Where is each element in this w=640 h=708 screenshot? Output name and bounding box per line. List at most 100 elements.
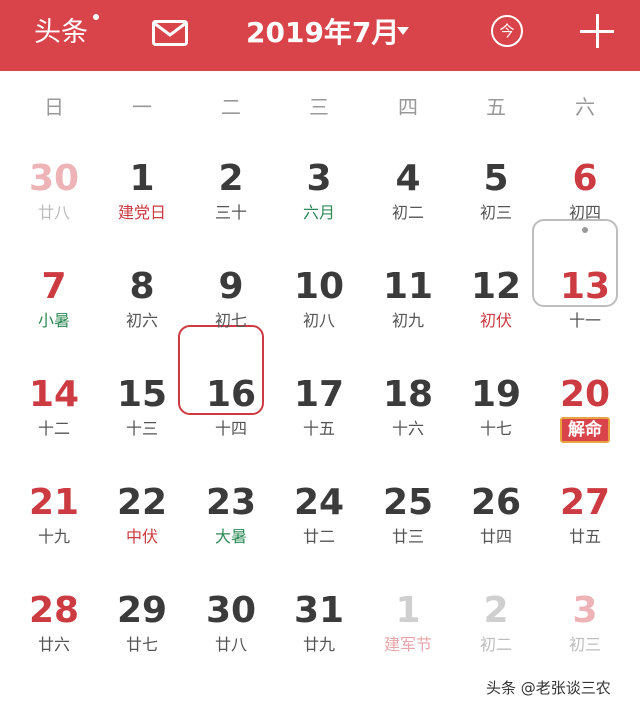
day-number: 23 (205, 482, 257, 523)
weekday-header: 日 一 二 三 四 五 六 (10, 92, 630, 122)
day-number: 21 (28, 482, 80, 523)
day-cell[interactable]: 21 十九 (10, 469, 98, 577)
lunar-label: 廿八 (37, 203, 70, 222)
day-number: 15 (116, 374, 168, 415)
event-dot (582, 227, 588, 233)
day-number: 24 (293, 482, 345, 523)
lunar-label: 小暑 (37, 311, 70, 330)
lunar-label: 中伏 (125, 527, 158, 546)
lunar-label: 六月 (302, 203, 335, 222)
lunar-label: 十九 (37, 527, 70, 546)
day-cell[interactable]: 2 初二 (452, 577, 540, 685)
weekday-label: 一 (132, 95, 152, 119)
lunar-label: 廿二 (302, 527, 335, 546)
day-number: 1 (129, 158, 155, 199)
day-badge: 解命 (541, 417, 629, 443)
day-cell[interactable]: 14 十二 (10, 361, 98, 469)
day-cell[interactable]: 10 初八 (275, 253, 363, 361)
day-number: 27 (559, 482, 611, 523)
day-cell[interactable]: 1 建党日 (98, 145, 186, 253)
day-cell[interactable]: 17 十五 (275, 361, 363, 469)
day-number: 22 (116, 482, 168, 523)
day-cell[interactable]: 13 十一 (541, 253, 629, 361)
lunar-label: 初三 (568, 635, 601, 654)
day-cell[interactable]: 24 廿二 (275, 469, 363, 577)
day-cell[interactable]: 15 十三 (98, 361, 186, 469)
lunar-label: 廿九 (302, 635, 335, 654)
day-number: 29 (116, 590, 168, 631)
day-cell[interactable]: 12 初伏 (452, 253, 540, 361)
weekday-label: 三 (309, 95, 329, 119)
day-cell[interactable]: 16 十四 (187, 361, 275, 469)
day-cell[interactable]: 31 廿九 (275, 577, 363, 685)
top-bar: 头条 2019年7月 今 (0, 0, 640, 71)
day-cell[interactable]: 2 三十 (187, 145, 275, 253)
lunar-label: 初二 (391, 203, 424, 222)
day-cell[interactable]: 3 六月 (275, 145, 363, 253)
day-number: 9 (218, 266, 244, 307)
day-number: 16 (205, 374, 257, 415)
day-cell[interactable]: 29 廿七 (98, 577, 186, 685)
day-number: 2 (218, 158, 244, 199)
today-icon[interactable]: 今 (491, 15, 523, 47)
day-cell[interactable]: 4 初二 (364, 145, 452, 253)
day-cell[interactable]: 20 解命 (541, 361, 629, 469)
day-number: 18 (382, 374, 434, 415)
day-number: 26 (470, 482, 522, 523)
lunar-label: 初三 (479, 203, 512, 222)
lunar-label: 初八 (302, 311, 335, 330)
day-cell[interactable]: 19 十七 (452, 361, 540, 469)
lunar-label: 十四 (214, 419, 247, 438)
day-number: 13 (559, 266, 611, 307)
lunar-label: 十六 (391, 419, 424, 438)
day-number: 6 (572, 158, 598, 199)
watermark: 头条 @老张谈三农 (486, 679, 611, 697)
day-cell[interactable]: 3 初三 (541, 577, 629, 685)
day-cell[interactable]: 11 初九 (364, 253, 452, 361)
lunar-label: 十一 (568, 311, 601, 330)
day-number: 8 (129, 266, 155, 307)
caret-down-icon[interactable] (397, 27, 409, 35)
day-cell[interactable]: 8 初六 (98, 253, 186, 361)
lunar-label: 初六 (125, 311, 158, 330)
day-number: 3 (306, 158, 332, 199)
weekday-label: 六 (575, 95, 595, 119)
day-number: 30 (205, 590, 257, 631)
day-number: 7 (41, 266, 67, 307)
lunar-label: 廿六 (37, 635, 70, 654)
day-cell[interactable]: 18 十六 (364, 361, 452, 469)
lunar-label: 十二 (37, 419, 70, 438)
day-number: 14 (28, 374, 80, 415)
weekday-label: 四 (398, 95, 418, 119)
day-cell[interactable]: 25 廿三 (364, 469, 452, 577)
day-number: 10 (293, 266, 345, 307)
day-cell[interactable]: 26 廿四 (452, 469, 540, 577)
day-number: 30 (28, 158, 80, 199)
day-cell[interactable]: 9 初七 (187, 253, 275, 361)
day-cell[interactable]: 6 初四 (541, 145, 629, 253)
lunar-label: 廿五 (568, 527, 601, 546)
day-cell[interactable]: 1 建军节 (364, 577, 452, 685)
day-cell[interactable]: 30 廿八 (10, 145, 98, 253)
day-cell[interactable]: 7 小暑 (10, 253, 98, 361)
lunar-label: 初九 (391, 311, 424, 330)
day-number: 12 (470, 266, 522, 307)
plus-icon[interactable] (580, 14, 614, 48)
day-cell[interactable]: 5 初三 (452, 145, 540, 253)
day-cell[interactable]: 30 廿八 (187, 577, 275, 685)
lunar-label: 廿七 (125, 635, 158, 654)
lunar-label: 初四 (568, 203, 601, 222)
day-cell[interactable]: 28 廿六 (10, 577, 98, 685)
toutiao-tab[interactable]: 头条 (34, 15, 88, 51)
month-title[interactable]: 2019年7月 (246, 14, 399, 52)
lunar-label: 十七 (479, 419, 512, 438)
day-number: 28 (28, 590, 80, 631)
day-cell[interactable]: 27 廿五 (541, 469, 629, 577)
mail-icon[interactable] (152, 20, 188, 46)
jieming-badge: 解命 (560, 417, 610, 443)
lunar-label: 初伏 (479, 311, 512, 330)
day-number: 1 (395, 590, 421, 631)
day-cell[interactable]: 23 大暑 (187, 469, 275, 577)
day-cell[interactable]: 22 中伏 (98, 469, 186, 577)
lunar-label: 十三 (125, 419, 158, 438)
